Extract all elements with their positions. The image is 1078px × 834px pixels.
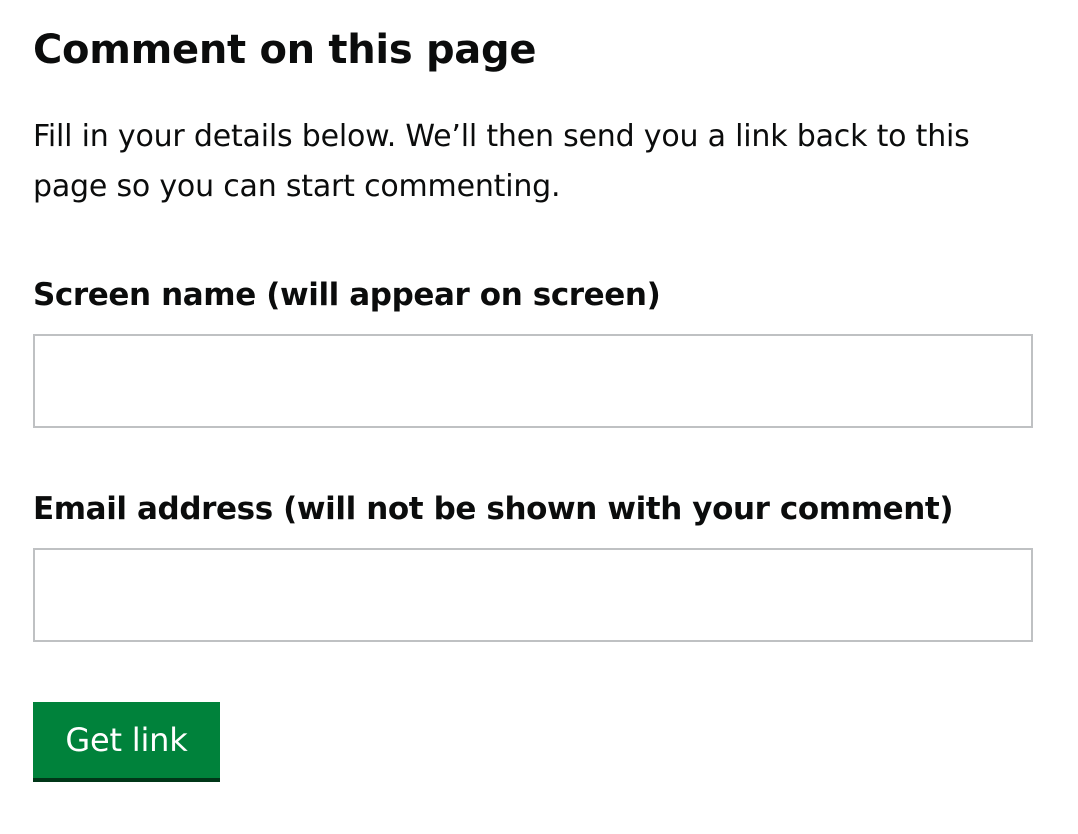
get-link-button[interactable]: Get link xyxy=(33,702,220,782)
screen-name-input[interactable] xyxy=(33,334,1033,428)
email-address-input[interactable] xyxy=(33,548,1033,642)
form-intro-text: Fill in your details below. We’ll then s… xyxy=(33,119,970,204)
form-title: Comment on this page xyxy=(33,27,537,73)
email-address-label: Email address (will not be shown with yo… xyxy=(33,491,954,527)
screen-name-label: Screen name (will appear on screen) xyxy=(33,277,661,313)
